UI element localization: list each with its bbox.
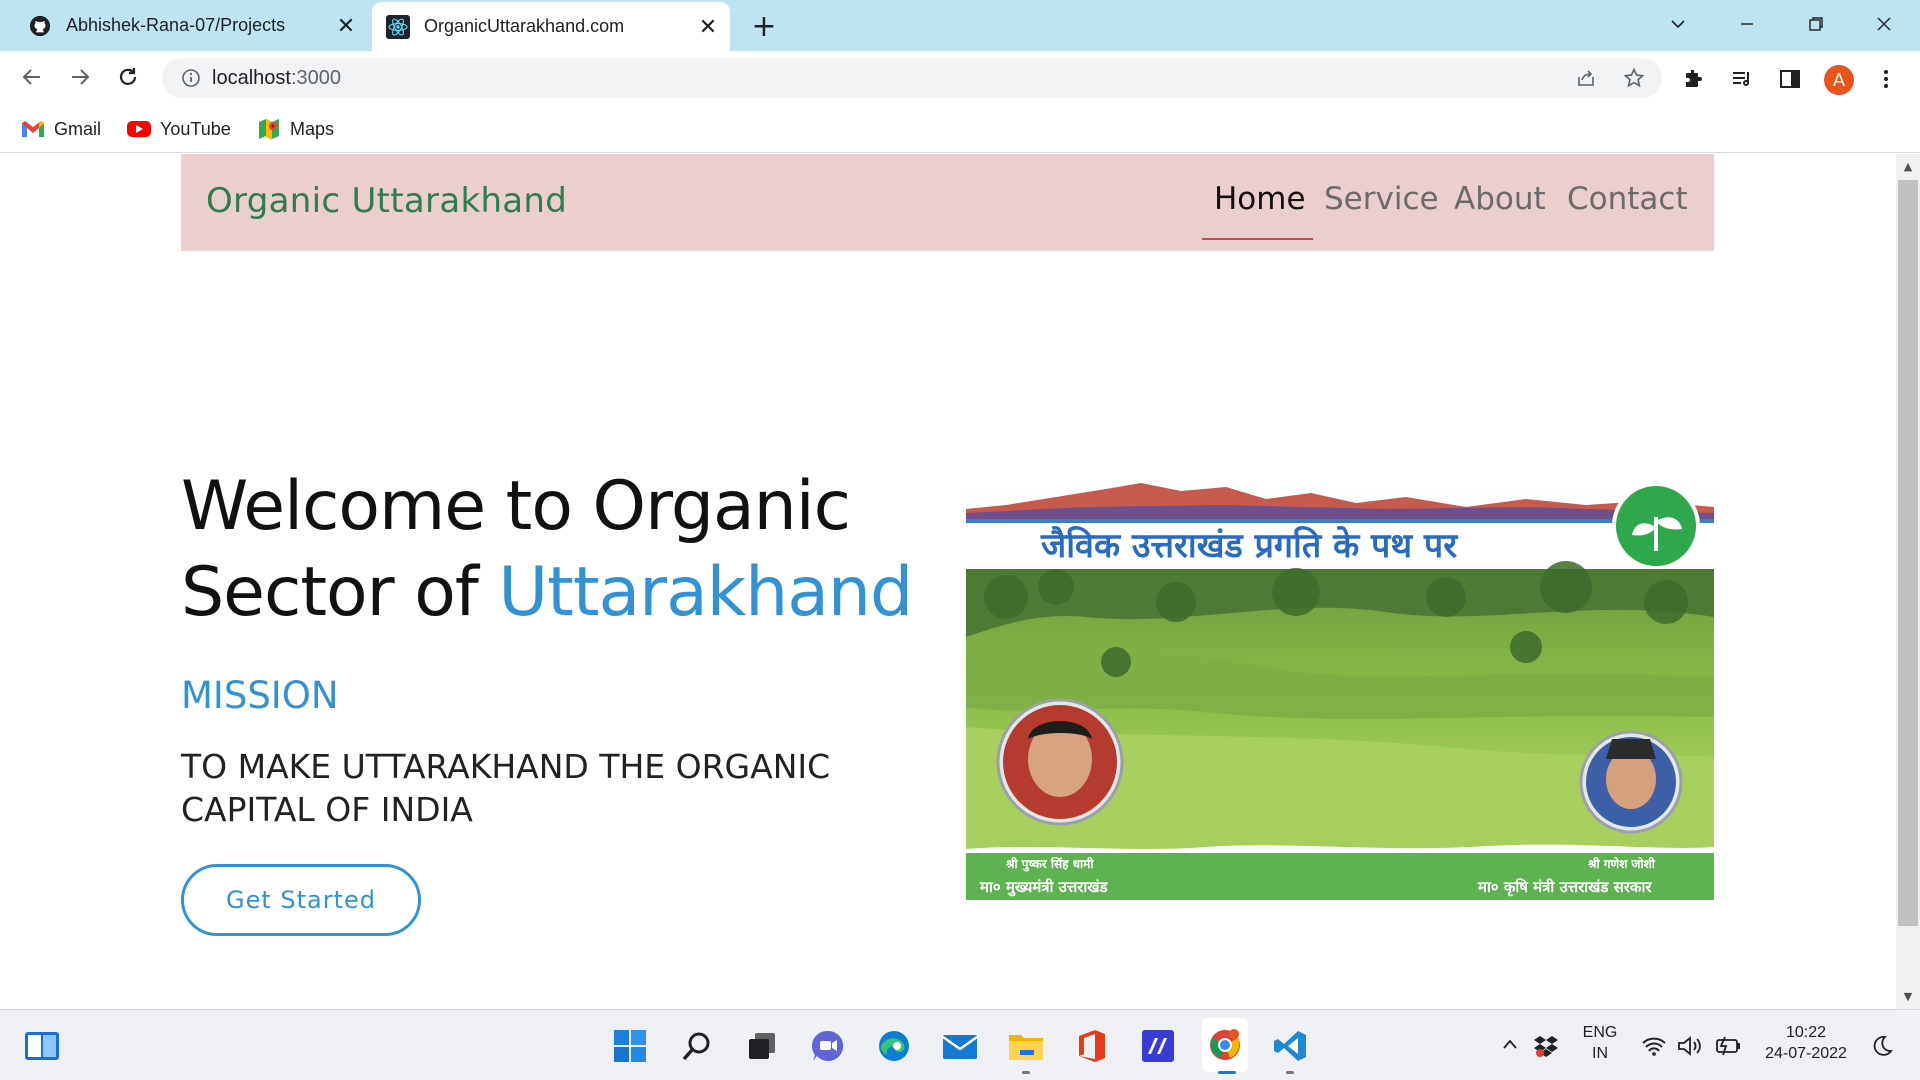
windows-taskbar: ENG IN 10:22 24-07-2022: [0, 1009, 1920, 1080]
nav-about[interactable]: About: [1454, 181, 1546, 217]
side-panel-icon[interactable]: [1776, 65, 1804, 93]
close-icon[interactable]: ✕: [332, 12, 360, 40]
react-icon: [386, 14, 410, 39]
banner-headline: जैविक उत्तराखंड प्रगति के पथ पर: [1040, 525, 1458, 566]
share-icon[interactable]: [1574, 66, 1598, 90]
running-indicator: [1022, 1071, 1030, 1074]
banner-right-title: मा० कृषि मंत्री उत्तराखंड सरकार: [1477, 878, 1652, 897]
mission-heading: MISSION: [181, 674, 339, 717]
task-view-icon[interactable]: [742, 1026, 782, 1066]
close-window-icon[interactable]: [1866, 8, 1902, 40]
maps-icon: [256, 118, 282, 140]
menu-kebab-icon[interactable]: [1872, 65, 1900, 93]
region-code: IN: [1592, 1045, 1608, 1062]
scrollbar-thumb[interactable]: [1898, 180, 1918, 926]
youtube-icon: [126, 118, 152, 140]
chat-icon[interactable]: [808, 1026, 848, 1066]
bookmark-gmail[interactable]: Gmail: [20, 115, 101, 143]
wifi-icon[interactable]: [1640, 1032, 1668, 1060]
bookmark-label: Maps: [290, 118, 335, 139]
active-nav-underline: [1202, 238, 1313, 240]
hero-title: Welcome to Organic Sector of Uttarakhand: [181, 464, 941, 636]
browser-toolbar: localhost:3000 A: [0, 51, 1920, 105]
bookmark-youtube[interactable]: YouTube: [126, 115, 231, 143]
chrome-icon[interactable]: [1202, 1018, 1248, 1072]
site-navbar: Organic Uttarakhand Home Service About C…: [181, 154, 1714, 251]
search-icon[interactable]: [677, 1026, 717, 1066]
clock[interactable]: 10:22 24-07-2022: [1756, 1024, 1856, 1063]
organic-uttarakhand-banner-image: जैविक उत्तराखंड प्रगति के पथ पर श्री पुष…: [966, 477, 1714, 900]
clock-date: 24-07-2022: [1765, 1045, 1847, 1062]
bookmark-label: Gmail: [54, 118, 102, 139]
volume-icon[interactable]: [1676, 1032, 1704, 1060]
scroll-down-arrow-icon[interactable]: ▼: [1898, 986, 1918, 1006]
hero-title-accent: Uttarakhand: [498, 553, 913, 632]
tab-search-chevron-icon[interactable]: [1660, 8, 1696, 40]
bookmark-label: YouTube: [160, 118, 231, 139]
battery-icon[interactable]: [1712, 1032, 1744, 1060]
clock-time: 10:22: [1785, 1024, 1827, 1041]
notifications-moon-icon[interactable]: [1868, 1032, 1896, 1060]
page-viewport: Organic Uttarakhand Home Service About C…: [0, 154, 1896, 1009]
tab-title: Abhishek-Rana-07/Projects: [66, 15, 286, 35]
tab-title: OrganicUttarakhand.com: [424, 16, 625, 36]
restore-icon[interactable]: [1798, 8, 1834, 40]
language-code: ENG: [1582, 1024, 1618, 1041]
widgets-icon[interactable]: [22, 1026, 62, 1066]
address-bar[interactable]: localhost:3000: [162, 58, 1662, 98]
nav-service[interactable]: Service: [1324, 181, 1439, 217]
hero-title-line1: Welcome to Organic: [181, 467, 851, 546]
new-tab-plus-icon[interactable]: +: [748, 9, 780, 44]
site-info-icon[interactable]: [180, 67, 202, 89]
banner-right-name: श्री गणेश जोशी: [1587, 857, 1656, 871]
bookmark-maps[interactable]: Maps: [256, 115, 334, 143]
active-app-indicator: [1218, 1071, 1236, 1074]
scroll-up-arrow-icon[interactable]: ▲: [1898, 156, 1918, 176]
visual-studio-icon[interactable]: [1138, 1026, 1178, 1066]
tab-strip: Abhishek-Rana-07/Projects ✕ OrganicUttar…: [0, 0, 1920, 51]
gmail-icon: [20, 118, 46, 140]
site-brand[interactable]: Organic Uttarakhand: [206, 181, 567, 221]
back-arrow-icon[interactable]: [14, 59, 50, 95]
vscode-icon[interactable]: [1270, 1026, 1310, 1066]
office-icon[interactable]: [1072, 1026, 1112, 1066]
file-explorer-icon[interactable]: [1006, 1026, 1046, 1066]
banner-left-title: मा० मुख्यमंत्री उत्तराखंड: [979, 878, 1109, 897]
language-indicator[interactable]: ENG IN: [1572, 1024, 1628, 1063]
tab-github-projects[interactable]: Abhishek-Rana-07/Projects ✕: [14, 0, 368, 51]
show-hidden-icons-chevron-icon[interactable]: [1500, 1032, 1520, 1056]
bookmark-star-icon[interactable]: [1622, 66, 1646, 90]
nav-contact[interactable]: Contact: [1567, 181, 1688, 217]
forward-arrow-icon[interactable]: [62, 59, 98, 95]
get-started-button[interactable]: Get Started: [181, 864, 421, 936]
bookmarks-bar: Gmail YouTube Maps: [0, 105, 1920, 153]
close-icon[interactable]: ✕: [694, 13, 722, 41]
nav-home[interactable]: Home: [1214, 181, 1306, 217]
running-indicator: [1286, 1071, 1294, 1074]
dropbox-icon[interactable]: [1532, 1032, 1560, 1060]
mail-icon[interactable]: [940, 1026, 980, 1066]
banner-left-name: श्री पुष्कर सिंह धामी: [1005, 856, 1094, 872]
url-text: localhost:3000: [212, 67, 341, 89]
minimize-icon[interactable]: [1729, 8, 1765, 40]
tab-organic-uttarakhand[interactable]: OrganicUttarakhand.com ✕: [372, 2, 730, 51]
profile-avatar[interactable]: A: [1824, 65, 1854, 95]
media-control-icon[interactable]: [1728, 65, 1756, 93]
hero-title-line2-prefix: Sector of: [181, 553, 499, 632]
mission-text: TO MAKE UTTARAKHAND THE ORGANIC CAPITAL …: [181, 747, 831, 829]
reload-icon[interactable]: [110, 59, 146, 95]
edge-icon[interactable]: [874, 1026, 914, 1066]
windows-start-icon[interactable]: [610, 1026, 650, 1066]
github-icon: [28, 14, 52, 38]
extensions-puzzle-icon[interactable]: [1680, 65, 1708, 93]
